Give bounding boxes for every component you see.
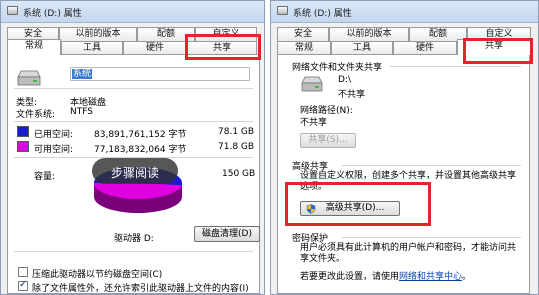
tab-general[interactable]: 常规: [277, 41, 331, 55]
tab-previous-versions[interactable]: 以前的版本: [59, 27, 137, 41]
index-checkbox[interactable]: [18, 279, 28, 291]
network-sharing-center-link[interactable]: 网络和共享中心: [399, 272, 462, 282]
drive-name: D:\: [338, 75, 351, 85]
tab-hardware[interactable]: 硬件: [123, 41, 187, 55]
sharing-tab-content: 网络文件和文件夹共享 D:\ 不共享 网络路径(N): 不共享 共享(S)...…: [277, 54, 530, 294]
network-sharing-group-title: 网络文件和文件夹共享: [292, 63, 383, 73]
capacity-label: 容量:: [34, 172, 56, 182]
compress-checkbox-label: 压缩此驱动器以节约磁盘空间(C): [32, 270, 163, 280]
left-title-bar: 系统 (D:) 属性: [1, 1, 264, 23]
compress-checkbox[interactable]: [18, 267, 28, 277]
password-change-prefix: 若要更改此设置，请使用: [300, 272, 400, 282]
disk-cleanup-button[interactable]: 磁盘清理(D): [194, 226, 260, 242]
advanced-sharing-highlight: [285, 182, 431, 226]
tab-tools[interactable]: 工具: [61, 41, 123, 55]
right-title-bar: 系统 (D:) 属性: [271, 1, 538, 23]
right-window-title: 系统 (D:) 属性: [293, 9, 352, 19]
share-button[interactable]: 共享(S)...: [300, 133, 356, 148]
password-change-text: 若要更改此设置，请使用网络和共享中心。: [300, 269, 471, 282]
hard-disk-icon: [17, 70, 41, 86]
hard-disk-icon: [301, 76, 323, 92]
sharing-tab-highlight: [185, 34, 261, 60]
tab-security[interactable]: 安全: [277, 27, 329, 41]
tab-tools[interactable]: 工具: [331, 41, 393, 55]
share-status: 不共享: [338, 90, 366, 100]
tab-hardware[interactable]: 硬件: [393, 41, 457, 55]
used-space-bytes: 83,891,761,152 字节: [94, 130, 187, 140]
used-space-gb: 78.1 GB: [218, 127, 255, 137]
volume-label-value: 系统: [72, 69, 93, 79]
divider: [14, 121, 253, 122]
free-space-bytes: 77,183,832,064 字节: [94, 145, 187, 155]
free-space-gb: 71.8 GB: [218, 142, 255, 152]
index-checkbox-label: 除了文件属性外，还允许索引此驱动器上文件的内容(I): [32, 284, 249, 294]
drive-icon: [277, 6, 288, 15]
used-space-swatch: [17, 126, 29, 137]
right-properties-window: 系统 (D:) 属性 安全 以前的版本 配额 自定义 常规 工具 硬件 共享 网…: [270, 0, 539, 295]
read-mode-overlay[interactable]: 步骤阅读: [92, 158, 178, 184]
password-protection-description: 用户必须具有此计算机的用户帐户和密码，才能访问共享文件夹。: [300, 243, 517, 264]
free-space-label: 可用空间:: [34, 145, 74, 155]
network-path-value: 不共享: [300, 118, 328, 128]
free-space-swatch: [17, 141, 29, 152]
left-window-title: 系统 (D:) 属性: [23, 9, 82, 19]
divider: [14, 88, 253, 89]
group-divider: [342, 165, 521, 166]
filesystem-label: 文件系统:: [16, 110, 56, 120]
group-divider: [390, 66, 521, 67]
filesystem-value: NTFS: [70, 107, 93, 117]
period: 。: [462, 272, 472, 282]
left-properties-window: 系统 (D:) 属性 安全 以前的版本 配额 自定义 常规 工具 硬件 共享 系…: [0, 0, 265, 295]
divider: [14, 251, 253, 252]
read-mode-label: 步骤阅读: [110, 166, 159, 180]
volume-label-input[interactable]: 系统: [70, 67, 250, 81]
tab-previous-versions[interactable]: 以前的版本: [329, 27, 409, 41]
capacity-gb: 150 GB: [222, 169, 256, 179]
group-divider: [342, 237, 521, 238]
sharing-tab-highlight-right: [463, 38, 533, 64]
used-space-label: 已用空间:: [34, 130, 74, 140]
drive-label: 驱动器 D:: [114, 234, 154, 244]
tab-general[interactable]: 常规: [7, 39, 61, 55]
drive-icon: [7, 6, 18, 15]
